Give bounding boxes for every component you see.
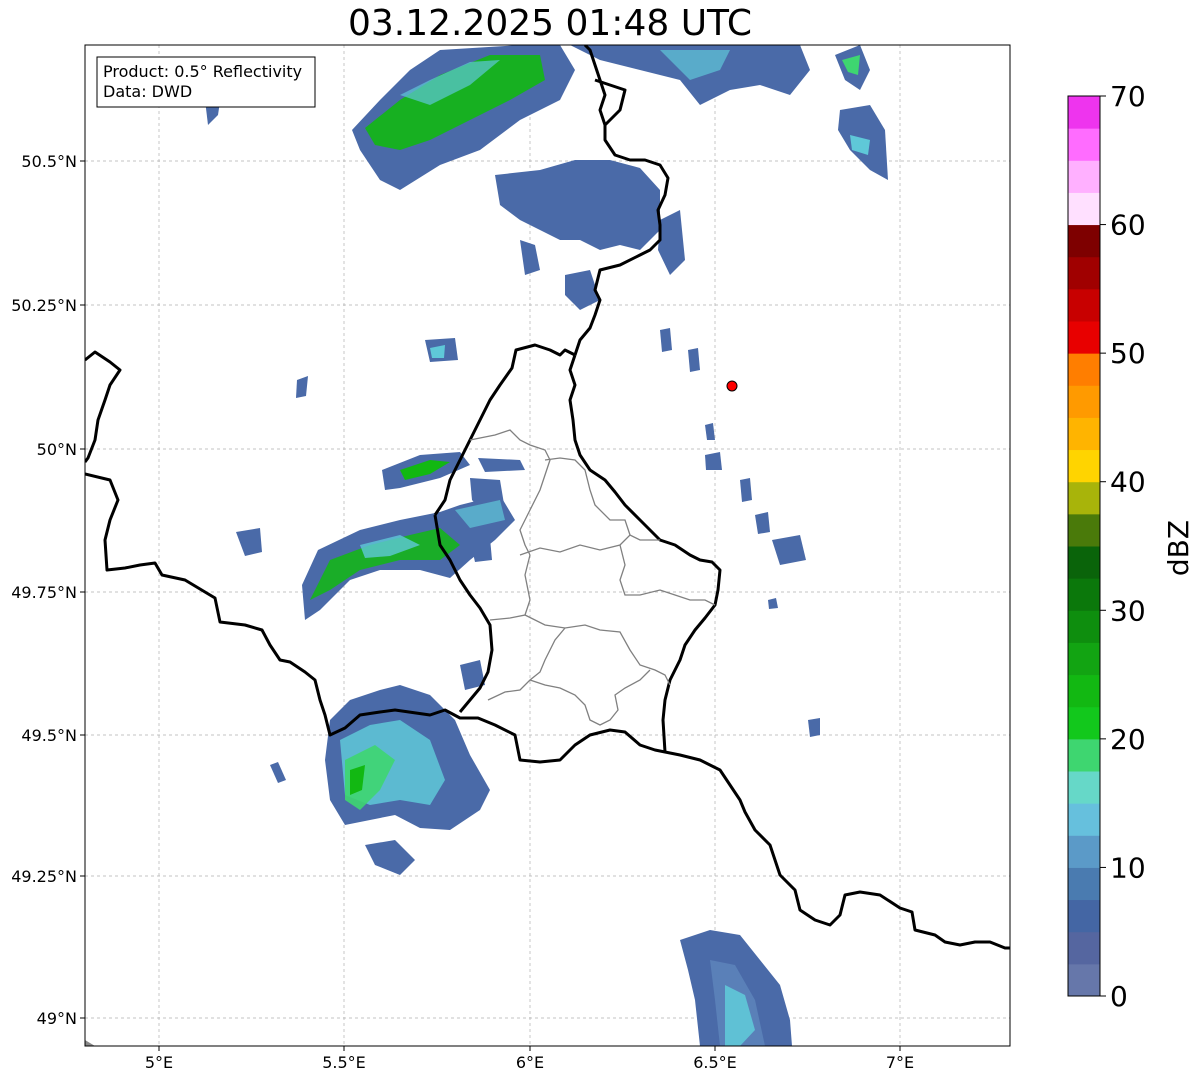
- colorbar-segment: [1068, 738, 1100, 772]
- lat-label: 49.75°N: [11, 583, 77, 602]
- colorbar-label: dBZ: [1162, 520, 1195, 576]
- colorbar-tick-label: 0: [1110, 980, 1128, 1013]
- colorbar-segment: [1068, 578, 1100, 611]
- lon-label: 6°E: [516, 1053, 544, 1072]
- info-product: Product: 0.5° Reflectivity: [103, 62, 302, 81]
- lat-label: 50.25°N: [11, 296, 77, 315]
- colorbar-segment: [1068, 288, 1100, 322]
- info-box: Product: 0.5° Reflectivity Data: DWD: [96, 56, 316, 108]
- colorbar-segment: [1068, 546, 1100, 579]
- colorbar-segment: [1068, 513, 1100, 547]
- lat-label: 49°N: [37, 1009, 77, 1028]
- latitude-labels: 50.5°N 50.25°N 50°N 49.75°N 49.5°N 49.25…: [11, 152, 77, 1028]
- colorbar-segment: [1068, 417, 1100, 451]
- colorbar-segment: [1068, 96, 1100, 129]
- colorbar-segment: [1068, 481, 1100, 515]
- radar-site-marker: [726, 380, 738, 392]
- info-source: Data: DWD: [103, 82, 192, 101]
- colorbar-tick-label: 10: [1110, 851, 1146, 884]
- colorbar-tick-label: 70: [1110, 80, 1146, 113]
- colorbar-segment: [1068, 931, 1100, 965]
- radar-map: 50.5°N 50.25°N 50°N 49.75°N 49.5°N 49.25…: [0, 0, 1202, 1081]
- colorbar-segment: [1068, 771, 1100, 804]
- colorbar-segment: [1068, 353, 1100, 386]
- longitude-labels: 5°E 5.5°E 6°E 6.5°E 7°E: [145, 1053, 914, 1072]
- colorbar-segment: [1068, 321, 1100, 354]
- colorbar-segment: [1068, 256, 1100, 290]
- lat-label: 50°N: [37, 440, 77, 459]
- colorbar-segment: [1068, 674, 1100, 708]
- colorbar-segment: [1068, 192, 1100, 226]
- colorbar-segment: [1068, 835, 1100, 868]
- colorbar-segment: [1068, 963, 1100, 997]
- colorbar-ticks: 0 10 20 30 40 50 60 70: [1100, 80, 1146, 1013]
- lon-label: 5°E: [145, 1053, 173, 1072]
- colorbar-segment: [1068, 867, 1100, 901]
- colorbar-segment: [1068, 385, 1100, 418]
- lon-label: 6.5°E: [693, 1053, 737, 1072]
- lon-label: 7°E: [886, 1053, 914, 1072]
- colorbar-tick-label: 60: [1110, 209, 1146, 242]
- colorbar-tick-label: 20: [1110, 723, 1146, 756]
- colorbar-segment: [1068, 224, 1100, 258]
- lon-label: 5.5°E: [322, 1053, 366, 1072]
- colorbar-segment: [1068, 610, 1100, 643]
- colorbar-segment: [1068, 449, 1100, 483]
- colorbar-tick-label: 40: [1110, 466, 1146, 499]
- lat-label: 50.5°N: [21, 152, 77, 171]
- colorbar-segment: [1068, 706, 1100, 740]
- colorbar-tick-label: 50: [1110, 337, 1146, 370]
- lat-label: 49.5°N: [21, 726, 77, 745]
- colorbar: [1067, 95, 1101, 997]
- colorbar-segment: [1068, 803, 1100, 836]
- colorbar-segment: [1068, 128, 1100, 161]
- colorbar-tick-label: 30: [1110, 594, 1146, 627]
- colorbar-segment: [1068, 899, 1100, 933]
- colorbar-segment: [1068, 642, 1100, 676]
- lat-label: 49.25°N: [11, 867, 77, 886]
- colorbar-segment: [1068, 160, 1100, 193]
